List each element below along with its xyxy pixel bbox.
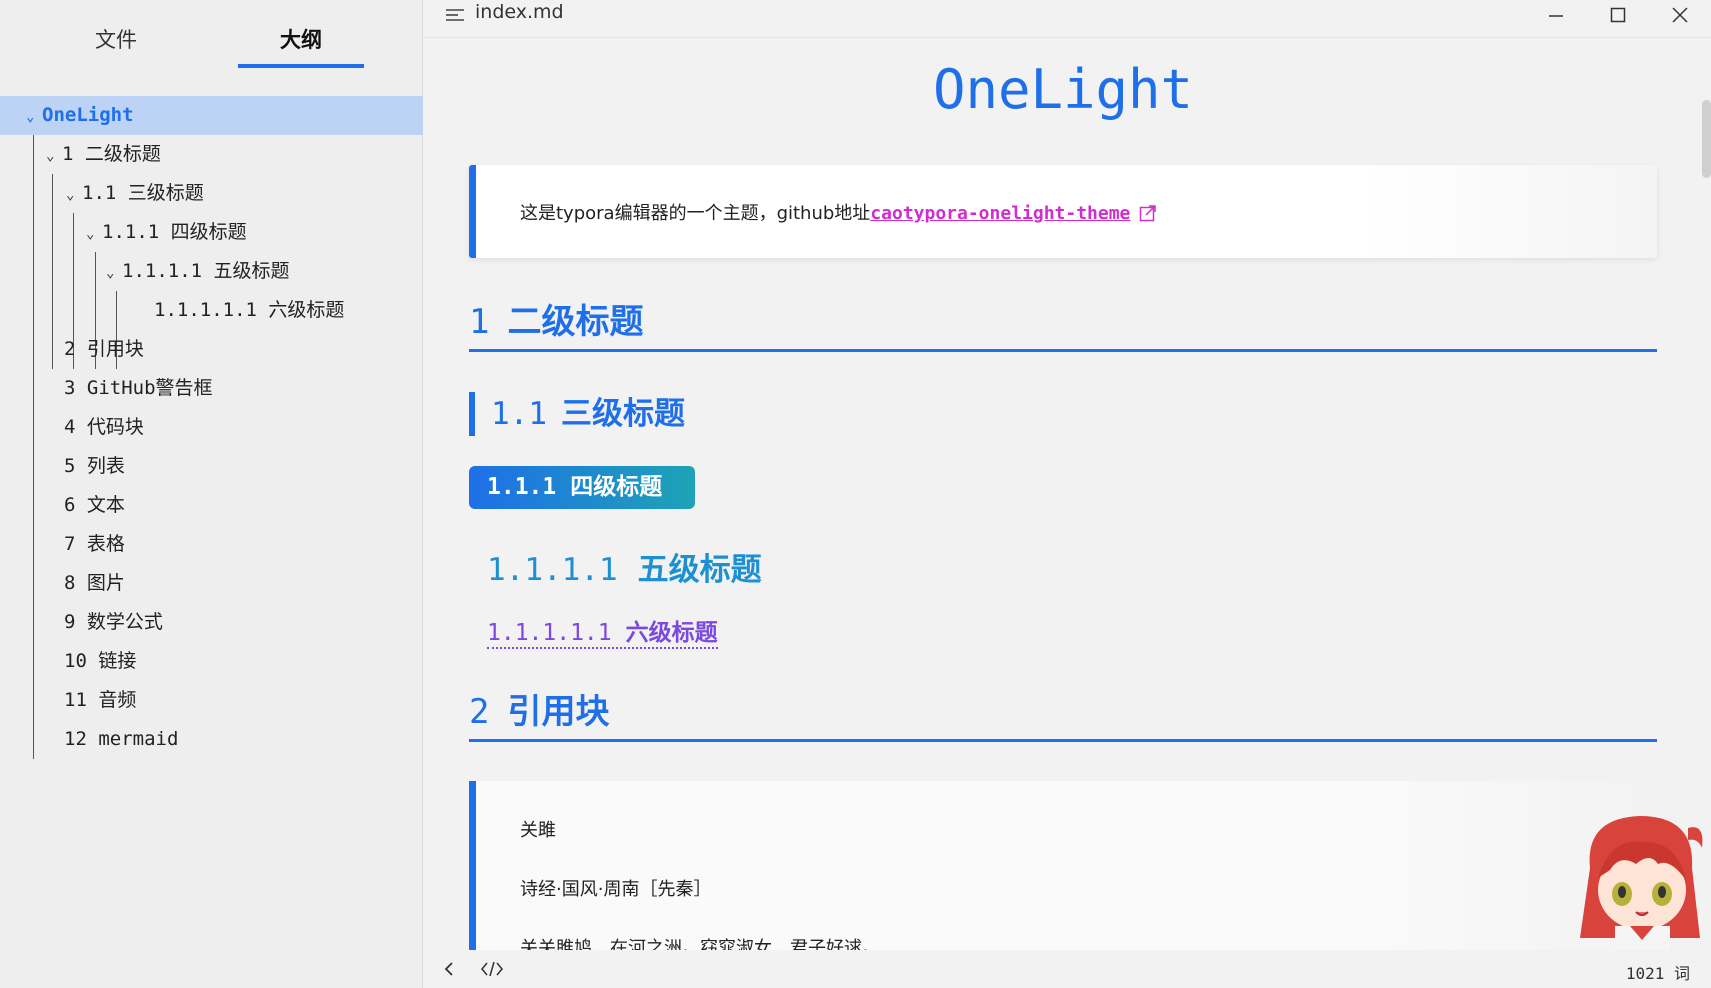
chevron-down-icon[interactable]: ⌄ <box>106 254 122 293</box>
heading-text: 四级标题 <box>570 474 663 500</box>
heading-2-section-2: 2 引用块 <box>469 684 1657 742</box>
heading-4: 1.1.1 四级标题 <box>469 466 695 509</box>
outline-item-label: 6 文本 <box>64 494 125 516</box>
heading-text: 六级标题 <box>625 620 718 646</box>
heading-6: 1.1.1.1.1 六级标题 <box>487 613 718 649</box>
outline-item[interactable]: 5 列表 <box>0 447 423 486</box>
outline-item[interactable]: 11 音频 <box>0 681 423 720</box>
tab-files[interactable]: 文件 <box>56 22 176 68</box>
outline-item-label: OneLight <box>42 104 134 126</box>
chevron-left-icon <box>444 962 453 976</box>
heading-number: 1.1.1.1.1 <box>487 620 612 646</box>
outline-item[interactable]: ⌄ 1.1.1 四级标题 <box>0 213 423 252</box>
close-icon <box>1672 7 1688 23</box>
menu-icon[interactable] <box>444 4 466 26</box>
outline-item-label: 2 引用块 <box>64 338 144 360</box>
close-button[interactable] <box>1657 0 1703 30</box>
outline-item[interactable]: 1.1.1.1.1 六级标题 <box>0 291 423 330</box>
heading-text: 二级标题 <box>507 302 644 342</box>
outline-item[interactable]: 2 引用块 <box>0 330 423 369</box>
heading-text: 引用块 <box>507 692 610 732</box>
outline-item-label: 5 列表 <box>64 455 125 477</box>
outline-item[interactable]: 4 代码块 <box>0 408 423 447</box>
outline-item[interactable]: 12 mermaid <box>0 720 423 759</box>
outline-item-label: 7 表格 <box>64 533 125 555</box>
outline-item-label: 11 音频 <box>64 689 137 711</box>
heading-number: 1.1.1 <box>487 474 557 500</box>
outline-item[interactable]: 7 表格 <box>0 525 423 564</box>
scrollbar-thumb[interactable] <box>1702 100 1711 178</box>
chevron-down-icon[interactable]: ⌄ <box>66 176 82 215</box>
intro-text: 这是typora编辑器的一个主题，github地址 <box>520 203 871 224</box>
outline-item[interactable]: ⌄ 1.1.1.1 五级标题 <box>0 252 423 291</box>
outline-item-label: 8 图片 <box>64 572 125 594</box>
minimize-button[interactable] <box>1533 0 1579 30</box>
code-icon <box>481 961 503 977</box>
outline-item-label: 3 GitHub警告框 <box>64 377 213 399</box>
mascot-character-image <box>1580 816 1703 950</box>
heading-number: 2 <box>469 692 490 732</box>
external-link-icon[interactable] <box>1139 204 1157 222</box>
tab-outline[interactable]: 大纲 <box>238 22 364 68</box>
outline-item[interactable]: ⌄ 1.1 三级标题 <box>0 174 423 213</box>
titlebar: index.md <box>424 0 1711 38</box>
outline-item-label: 4 代码块 <box>64 416 144 438</box>
toggle-sidebar-button[interactable] <box>434 955 464 983</box>
maximize-button[interactable] <box>1595 0 1641 30</box>
outline-item[interactable]: 3 GitHub警告框 <box>0 369 423 408</box>
minimize-icon <box>1549 15 1563 17</box>
file-name: index.md <box>475 1 564 23</box>
sidebar: 文件 大纲 ⌄ OneLight ⌄ 1 二级标题 ⌄ 1.1 三级标题 ⌄ 1.1.1 四级… <box>0 0 423 988</box>
sidebar-tabs: 文件 大纲 <box>0 0 423 70</box>
chevron-down-icon[interactable]: ⌄ <box>46 137 62 176</box>
outline-item[interactable]: 6 文本 <box>0 486 423 525</box>
word-count[interactable]: 1021 词 <box>1626 960 1690 984</box>
maximize-icon <box>1610 7 1626 23</box>
intro-text-line: 这是typora编辑器的一个主题，github地址caotypora-oneli… <box>520 199 1157 225</box>
status-bar: 1021 词 <box>424 950 1711 988</box>
outline-item[interactable]: ⌄ OneLight <box>0 96 423 135</box>
heading-number: 1 <box>469 302 490 342</box>
outline-tree: ⌄ OneLight ⌄ 1 二级标题 ⌄ 1.1 三级标题 ⌄ 1.1.1 四级标题 ⌄ 1.1… <box>0 96 423 759</box>
heading-3: 1.1 三级标题 <box>469 392 685 436</box>
outline-item-label: 1.1.1 四级标题 <box>102 221 247 243</box>
heading-5: 1.1.1.1 五级标题 <box>487 544 762 589</box>
outline-item[interactable]: 10 链接 <box>0 642 423 681</box>
outline-item-label: 12 mermaid <box>64 728 179 750</box>
heading-number: 1.1 <box>491 396 547 432</box>
quote-line: 诗经·国风·周南［先秦］ <box>520 879 712 900</box>
heading-text: 五级标题 <box>637 552 762 588</box>
outline-item[interactable]: 9 数学公式 <box>0 603 423 642</box>
outline-item[interactable]: 8 图片 <box>0 564 423 603</box>
chevron-down-icon[interactable]: ⌄ <box>86 215 102 254</box>
document-title: OneLight <box>932 58 1194 121</box>
intro-callout: 这是typora编辑器的一个主题，github地址caotypora-oneli… <box>469 165 1657 258</box>
outline-item[interactable]: ⌄ 1 二级标题 <box>0 135 423 174</box>
source-mode-button[interactable] <box>477 955 507 983</box>
editor-area: index.md OneLight 这是typora编辑器的一个主题，githu… <box>424 0 1711 988</box>
outline-item-label: 9 数学公式 <box>64 611 163 633</box>
outline-item-label: 1 二级标题 <box>62 143 161 165</box>
outline-item-label: 1.1 三级标题 <box>82 182 204 204</box>
quote-line: 关雎 <box>520 820 556 841</box>
heading-number: 1.1.1.1 <box>487 552 618 588</box>
outline-item-label: 1.1.1.1 五级标题 <box>122 260 290 282</box>
heading-text: 三级标题 <box>561 396 685 432</box>
heading-2-section-1: 1 二级标题 <box>469 294 1657 352</box>
chevron-down-icon[interactable]: ⌄ <box>26 98 42 137</box>
outline-item-label: 10 链接 <box>64 650 137 672</box>
github-link[interactable]: caotypora-onelight-theme <box>870 203 1130 224</box>
outline-item-label: 1.1.1.1.1 六级标题 <box>154 299 345 321</box>
